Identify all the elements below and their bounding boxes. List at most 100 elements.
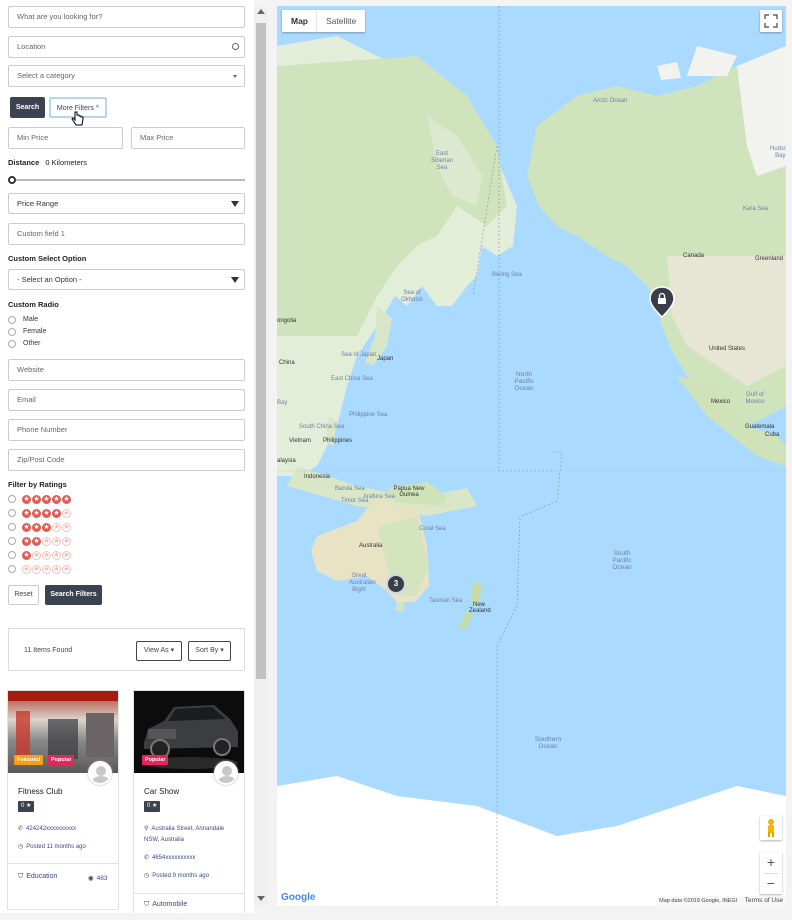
eye-icon: ◉ [88,875,94,882]
rating-filter-radio[interactable] [8,523,16,531]
custom-select-text: - Select an Option - [17,275,82,284]
map-label-mongolia: ongolia [277,318,297,324]
map-cluster[interactable]: 3 [386,574,406,594]
map-pin-icon: ⚲ [144,826,149,832]
radio-other[interactable] [8,340,16,348]
search-filters-button[interactable]: Search Filters [45,585,102,605]
map-label-coral-sea: Coral Sea [419,526,446,532]
locate-icon[interactable] [232,43,239,50]
street-view-pegman[interactable] [760,816,782,840]
sidebar-scrollbar[interactable] [254,6,268,906]
listing-posted-text: Posted 11 months ago [26,844,86,850]
listing-views-text: 483 [96,875,108,882]
star-icon: ★ [62,509,71,518]
zip-input[interactable]: Zip/Post Code [8,449,245,471]
listing-title[interactable]: Fitness Club [18,787,62,796]
scroll-up-icon[interactable] [257,9,265,14]
custom-select[interactable]: - Select an Option - [8,269,245,290]
reset-button[interactable]: Reset [8,585,39,605]
map-marker[interactable] [649,286,675,318]
radio-male-label: Male [23,316,39,323]
clock-icon: ◷ [18,844,24,850]
scroll-down-icon[interactable] [257,896,265,901]
rating-stars[interactable]: ★ ★ ★ ★ ★ [22,509,71,518]
listing-category[interactable]: ⛉ Automobile [144,901,187,909]
rating-stars[interactable]: ★ ★ ★ ★ ★ [22,565,71,574]
star-icon: ★ [42,523,51,532]
listing-phone[interactable]: ✆ 4654xxxxxxxxxx [144,854,195,861]
map-label-united-states: United States [709,346,746,352]
map-label-malaysia: alaysia [277,458,296,464]
fullscreen-button[interactable] [760,10,782,32]
rating-filter-radio[interactable] [8,537,16,545]
listing-category[interactable]: ⛉ Education [18,873,57,881]
satellite-tab[interactable]: Satellite [317,10,366,32]
pegman-icon [768,819,774,837]
listing-phone-text: 424242xxxxxxxxxx [26,826,77,832]
star-icon: ★ [26,803,32,809]
star-icon: ★ [42,551,51,560]
map-label-japan: Japan [377,356,394,362]
listing-category-text: Automobile [152,901,188,908]
avatar[interactable] [88,761,112,785]
rating-filter-radio[interactable] [8,551,16,559]
star-icon: ★ [62,537,71,546]
listing-address-text: Australia Street, Annandale NSW, Austral… [144,826,225,843]
listing-card[interactable]: Featured Popular Fitness Club 0 ★ ✆ 42424… [7,690,119,910]
listing-title[interactable]: Car Show [144,787,179,796]
triangle-down-icon [231,277,239,283]
sort-by-button[interactable]: Sort By ▾ [188,641,231,661]
avatar[interactable] [214,761,238,785]
filter-sidebar: What are you looking for? Location Selec… [0,0,254,913]
radio-male[interactable] [8,316,16,324]
page: What are you looking for? Location Selec… [0,0,792,920]
listing-address[interactable]: ⚲ Australia Street, Annandale NSW, Austra… [144,824,240,846]
listing-phone[interactable]: ✆ 424242xxxxxxxxxx [18,825,76,832]
rating-value: 0 [147,803,151,809]
caret-down-icon: ▾ [220,647,224,654]
star-icon: ★ [32,509,41,518]
search-button[interactable]: Search [10,97,45,118]
website-input[interactable]: Website [8,359,245,381]
rating-stars[interactable]: ★ ★ ★ ★ ★ [22,537,71,546]
zoom-in-button[interactable]: + [760,852,782,873]
zoom-out-button[interactable]: − [760,874,782,894]
star-icon: ★ [22,565,31,574]
custom-field-input[interactable]: Custom field 1 [8,223,245,245]
listing-card[interactable]: Popular Car Show 0 ★ ⚲ Australia Street, … [133,690,245,913]
rating-stars[interactable]: ★ ★ ★ ★ ★ [22,551,71,560]
max-price-input[interactable]: Max Price [131,127,245,149]
map-label-hudson-bay: Hudson Bay [770,146,786,159]
results-bar: 11 Items Found View As ▾ Sort By ▾ [8,628,245,671]
rating-filter-radio[interactable] [8,565,16,573]
radio-female[interactable] [8,328,16,336]
phone-input[interactable]: Phone Number [8,419,245,441]
distance-slider-track[interactable] [10,179,245,181]
clock-icon: ◷ [144,873,150,879]
keyword-input[interactable]: What are you looking for? [8,6,245,28]
star-icon: ★ [22,551,31,560]
rating-stars[interactable]: ★ ★ ★ ★ ★ [22,523,71,532]
terms-link[interactable]: Terms of Use [745,897,783,904]
map[interactable]: Map Satellite Arctic Ocean East Siberian… [277,6,786,906]
email-input[interactable]: Email [8,389,245,411]
category-select-text: Select a category [17,71,75,80]
scrollbar-thumb[interactable] [256,23,266,679]
rating-stars[interactable]: ★ ★ ★ ★ ★ [22,495,71,504]
map-tab[interactable]: Map [282,10,317,32]
phone-icon: ✆ [18,826,24,832]
min-price-input[interactable]: Min Price [8,127,123,149]
listing-category-text: Education [26,873,58,880]
location-input[interactable]: Location [8,36,245,58]
view-as-button[interactable]: View As ▾ [136,641,182,661]
distance-value: 0 Kilometers [45,158,88,167]
distance-slider-handle[interactable] [8,176,16,184]
popular-badge: Popular [142,755,169,765]
category-select[interactable]: Select a category [8,65,245,87]
rating-filter-radio[interactable] [8,495,16,503]
price-range-select[interactable]: Price Range [8,193,245,214]
map-label-cuba: Cuba [765,432,780,438]
star-icon: ★ [62,565,71,574]
star-icon: ★ [42,537,51,546]
rating-filter-radio[interactable] [8,509,16,517]
